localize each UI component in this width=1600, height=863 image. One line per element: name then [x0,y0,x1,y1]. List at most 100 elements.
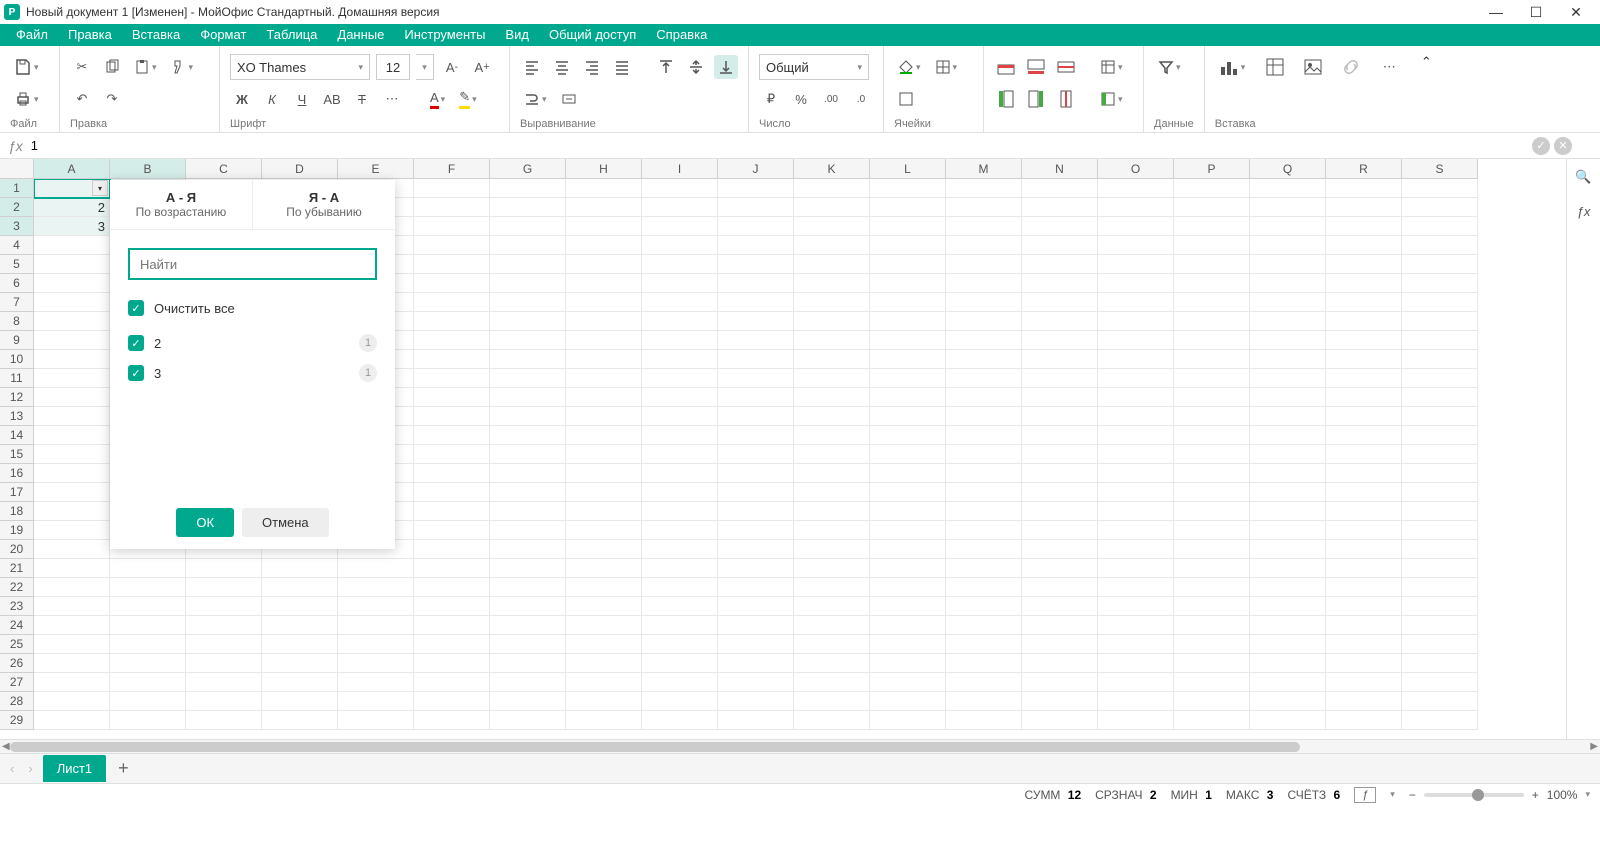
cell-N26[interactable] [1022,654,1098,673]
cell-G27[interactable] [490,673,566,692]
cell-J2[interactable] [718,198,794,217]
cut-button[interactable]: ✂ [70,55,94,79]
cell-D29[interactable] [262,711,338,730]
sheet-tab-active[interactable]: Лист1 [43,755,106,782]
cell-P11[interactable] [1174,369,1250,388]
cell-O1[interactable] [1098,179,1174,198]
cell-N25[interactable] [1022,635,1098,654]
cell-M26[interactable] [946,654,1022,673]
cell-F22[interactable] [414,578,490,597]
cell-S15[interactable] [1402,445,1478,464]
cell-Q25[interactable] [1250,635,1326,654]
cell-C24[interactable] [186,616,262,635]
cell-N1[interactable] [1022,179,1098,198]
cell-H23[interactable] [566,597,642,616]
cell-O15[interactable] [1098,445,1174,464]
cell-M28[interactable] [946,692,1022,711]
cell-D22[interactable] [262,578,338,597]
cell-K14[interactable] [794,426,870,445]
filter-item-0[interactable]: ✓21 [128,328,377,358]
col-header-K[interactable]: K [794,159,870,179]
cell-R24[interactable] [1326,616,1402,635]
cell-O9[interactable] [1098,331,1174,350]
cell-K19[interactable] [794,521,870,540]
cell-P19[interactable] [1174,521,1250,540]
menu-format[interactable]: Формат [190,24,256,46]
cell-S27[interactable] [1402,673,1478,692]
row-header-21[interactable]: 21 [0,559,34,578]
cell-K17[interactable] [794,483,870,502]
cell-G12[interactable] [490,388,566,407]
cell-N27[interactable] [1022,673,1098,692]
cell-H6[interactable] [566,274,642,293]
decrease-font-button[interactable]: A- [440,55,464,79]
cell-G1[interactable] [490,179,566,198]
cell-D23[interactable] [262,597,338,616]
cell-O16[interactable] [1098,464,1174,483]
col-header-P[interactable]: P [1174,159,1250,179]
sort-desc-button[interactable]: Я - А По убыванию [252,180,395,229]
cell-R16[interactable] [1326,464,1402,483]
row-header-18[interactable]: 18 [0,502,34,521]
align-left-button[interactable] [520,55,544,79]
cell-N8[interactable] [1022,312,1098,331]
cell-P7[interactable] [1174,293,1250,312]
cell-F5[interactable] [414,255,490,274]
cell-G19[interactable] [490,521,566,540]
cell-N12[interactable] [1022,388,1098,407]
cell-C28[interactable] [186,692,262,711]
cell-J6[interactable] [718,274,794,293]
cell-B26[interactable] [110,654,186,673]
cell-O8[interactable] [1098,312,1174,331]
cell-S6[interactable] [1402,274,1478,293]
cell-N13[interactable] [1022,407,1098,426]
cell-M11[interactable] [946,369,1022,388]
cell-I25[interactable] [642,635,718,654]
cell-O17[interactable] [1098,483,1174,502]
insert-row-above-button[interactable] [994,55,1018,79]
col-header-M[interactable]: M [946,159,1022,179]
merge-cells-button[interactable] [557,87,581,111]
cell-O10[interactable] [1098,350,1174,369]
cell-K5[interactable] [794,255,870,274]
cell-N14[interactable] [1022,426,1098,445]
underline-button[interactable]: Ч [290,87,314,111]
cell-P22[interactable] [1174,578,1250,597]
cell-N23[interactable] [1022,597,1098,616]
cell-P5[interactable] [1174,255,1250,274]
row-header-29[interactable]: 29 [0,711,34,730]
cell-J25[interactable] [718,635,794,654]
image-button[interactable] [1301,55,1325,79]
cell-K29[interactable] [794,711,870,730]
cell-R11[interactable] [1326,369,1402,388]
cell-L25[interactable] [870,635,946,654]
cell-L27[interactable] [870,673,946,692]
cell-R5[interactable] [1326,255,1402,274]
cell-D28[interactable] [262,692,338,711]
cell-K2[interactable] [794,198,870,217]
cell-A19[interactable] [34,521,110,540]
cell-F14[interactable] [414,426,490,445]
cell-C22[interactable] [186,578,262,597]
cell-K26[interactable] [794,654,870,673]
cell-F13[interactable] [414,407,490,426]
cell-I26[interactable] [642,654,718,673]
cell-M14[interactable] [946,426,1022,445]
cell-H17[interactable] [566,483,642,502]
cell-A15[interactable] [34,445,110,464]
cell-P25[interactable] [1174,635,1250,654]
cell-N18[interactable] [1022,502,1098,521]
cell-C25[interactable] [186,635,262,654]
cell-F16[interactable] [414,464,490,483]
cell-I28[interactable] [642,692,718,711]
cell-G7[interactable] [490,293,566,312]
row-header-11[interactable]: 11 [0,369,34,388]
cell-H19[interactable] [566,521,642,540]
cell-J3[interactable] [718,217,794,236]
cell-F6[interactable] [414,274,490,293]
col-header-O[interactable]: O [1098,159,1174,179]
zoom-slider[interactable] [1424,793,1524,797]
fx-panel-icon[interactable]: ƒx [1572,199,1596,223]
cell-G20[interactable] [490,540,566,559]
cell-S7[interactable] [1402,293,1478,312]
